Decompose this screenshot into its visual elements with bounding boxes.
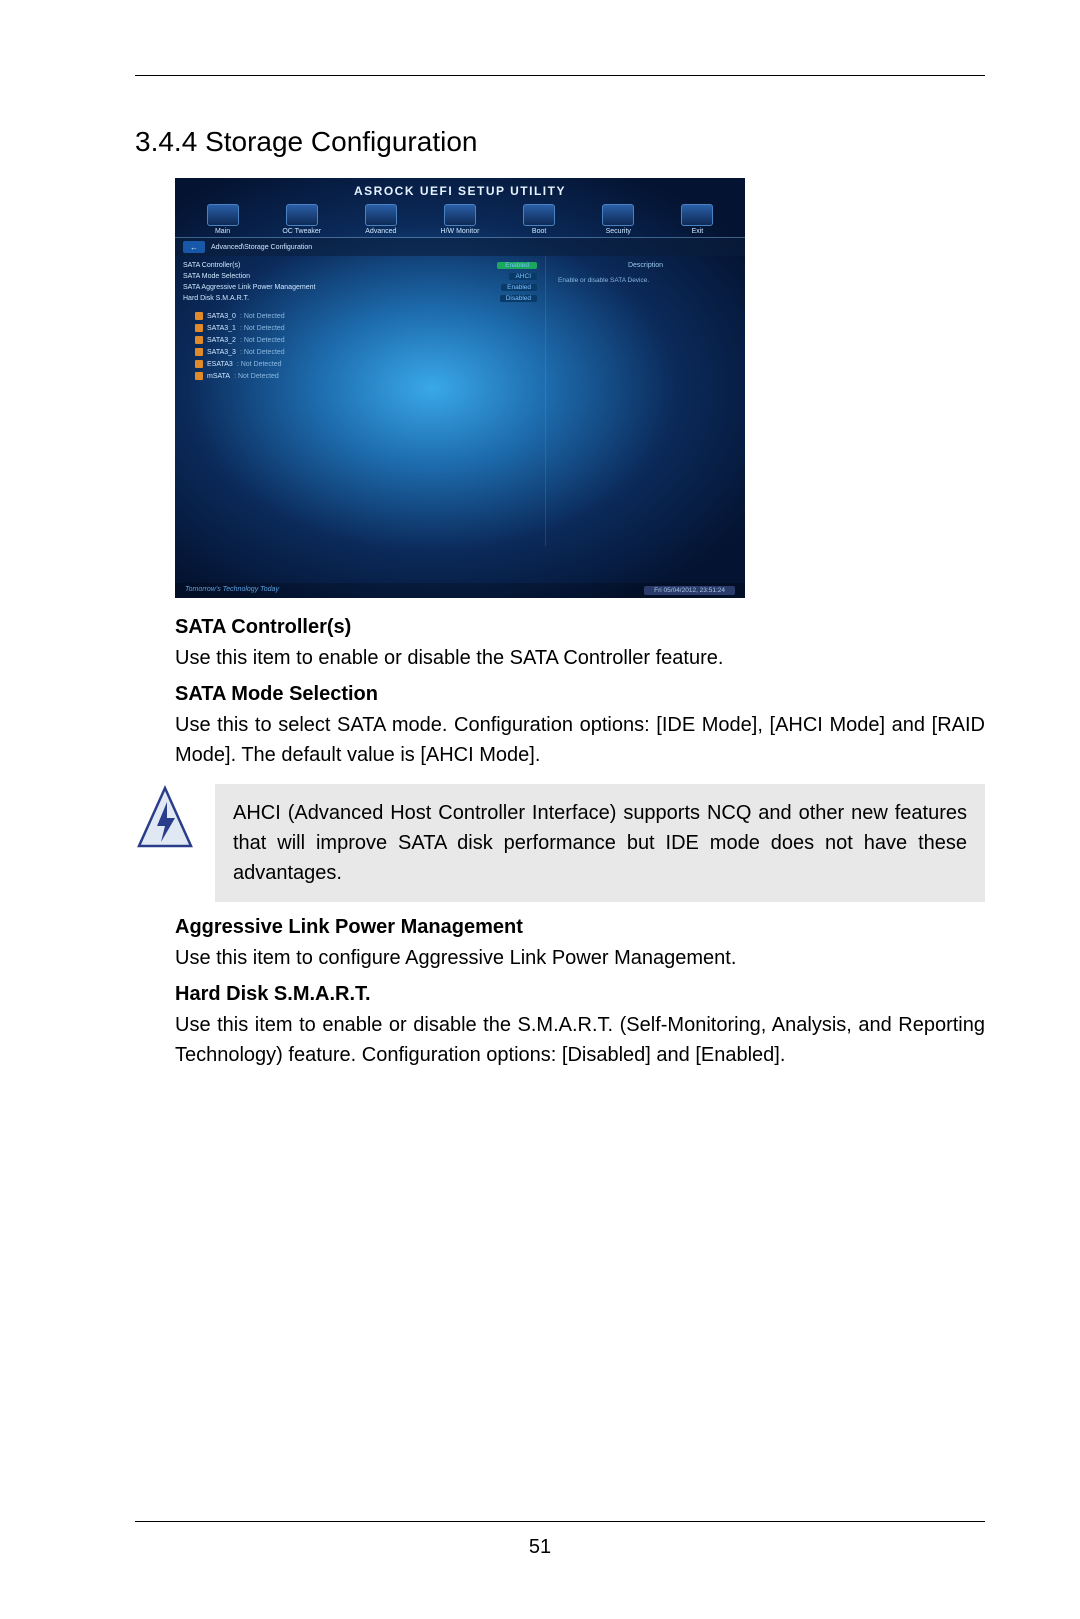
item-title: Aggressive Link Power Management xyxy=(175,916,985,939)
drive-icon xyxy=(195,348,203,356)
doc-item: Hard Disk S.M.A.R.T. Use this item to en… xyxy=(175,983,985,1070)
bios-drive-row: mSATA: Not Detected xyxy=(183,370,537,382)
bios-drive-row: SATA3_2: Not Detected xyxy=(183,334,537,346)
tab-security: Security xyxy=(583,204,653,235)
bios-drive-row: SATA3_0: Not Detected xyxy=(183,310,537,322)
doc-item: SATA Controller(s) Use this item to enab… xyxy=(175,616,985,673)
tab-oc: OC Tweaker xyxy=(267,204,337,235)
section-title-text: Storage Configuration xyxy=(205,126,477,157)
bios-drive-row: SATA3_1: Not Detected xyxy=(183,322,537,334)
bios-drive-row: SATA3_3: Not Detected xyxy=(183,346,537,358)
note-callout: AHCI (Advanced Host Controller Interface… xyxy=(135,784,985,902)
bios-breadcrumb: ← Advanced\Storage Configuration xyxy=(175,238,745,256)
bios-option-row: Hard Disk S.M.A.R.T.Disabled xyxy=(183,293,537,304)
doc-item: Aggressive Link Power Management Use thi… xyxy=(175,916,985,973)
note-text: AHCI (Advanced Host Controller Interface… xyxy=(215,784,985,902)
tab-advanced: Advanced xyxy=(346,204,416,235)
bios-datetime: Fri 05/04/2012, 23:51:24 xyxy=(644,586,735,595)
tab-exit: Exit xyxy=(662,204,732,235)
bios-desc-title: Description xyxy=(554,260,737,277)
item-body: Use this item to configure Aggressive Li… xyxy=(175,943,985,973)
bios-title: ASROCK UEFI SETUP UTILITY xyxy=(175,178,745,198)
tab-main: Main xyxy=(188,204,258,235)
bios-desc-text: Enable or disable SATA Device. xyxy=(554,277,737,284)
bios-option-row: SATA Mode SelectionAHCI xyxy=(183,271,537,282)
item-body: Use this item to enable or disable the S… xyxy=(175,643,985,673)
drive-icon xyxy=(195,312,203,320)
tab-boot: Boot xyxy=(504,204,574,235)
bios-options-panel: SATA Controller(s)Enabled SATA Mode Sele… xyxy=(175,256,545,546)
drive-icon xyxy=(195,336,203,344)
doc-item: SATA Mode Selection Use this to select S… xyxy=(175,683,985,770)
page-number: 51 xyxy=(95,1536,985,1559)
back-arrow-icon: ← xyxy=(183,241,205,253)
bios-tagline: Tomorrow's Technology Today xyxy=(185,586,279,595)
top-divider xyxy=(135,75,985,76)
bottom-divider xyxy=(135,1521,985,1522)
item-title: SATA Controller(s) xyxy=(175,616,985,639)
bios-footer: Tomorrow's Technology Today Fri 05/04/20… xyxy=(175,583,745,598)
tab-hwmon: H/W Monitor xyxy=(425,204,495,235)
item-body: Use this to select SATA mode. Configurat… xyxy=(175,710,985,770)
bios-option-row: SATA Aggressive Link Power ManagementEna… xyxy=(183,282,537,293)
section-number: 3.4.4 xyxy=(135,126,197,157)
bios-drive-row: ESATA3: Not Detected xyxy=(183,358,537,370)
drive-icon xyxy=(195,324,203,332)
lightning-triangle-icon xyxy=(135,784,195,854)
item-title: Hard Disk S.M.A.R.T. xyxy=(175,983,985,1006)
drive-icon xyxy=(195,372,203,380)
item-body: Use this item to enable or disable the S… xyxy=(175,1010,985,1070)
bios-menu: Main OC Tweaker Advanced H/W Monitor Boo… xyxy=(175,198,745,238)
bios-option-row: SATA Controller(s)Enabled xyxy=(183,260,537,271)
bios-description-panel: Description Enable or disable SATA Devic… xyxy=(545,256,745,546)
section-heading: 3.4.4 Storage Configuration xyxy=(135,126,985,158)
item-title: SATA Mode Selection xyxy=(175,683,985,706)
bios-screenshot: ASROCK UEFI SETUP UTILITY Main OC Tweake… xyxy=(175,178,745,598)
drive-icon xyxy=(195,360,203,368)
